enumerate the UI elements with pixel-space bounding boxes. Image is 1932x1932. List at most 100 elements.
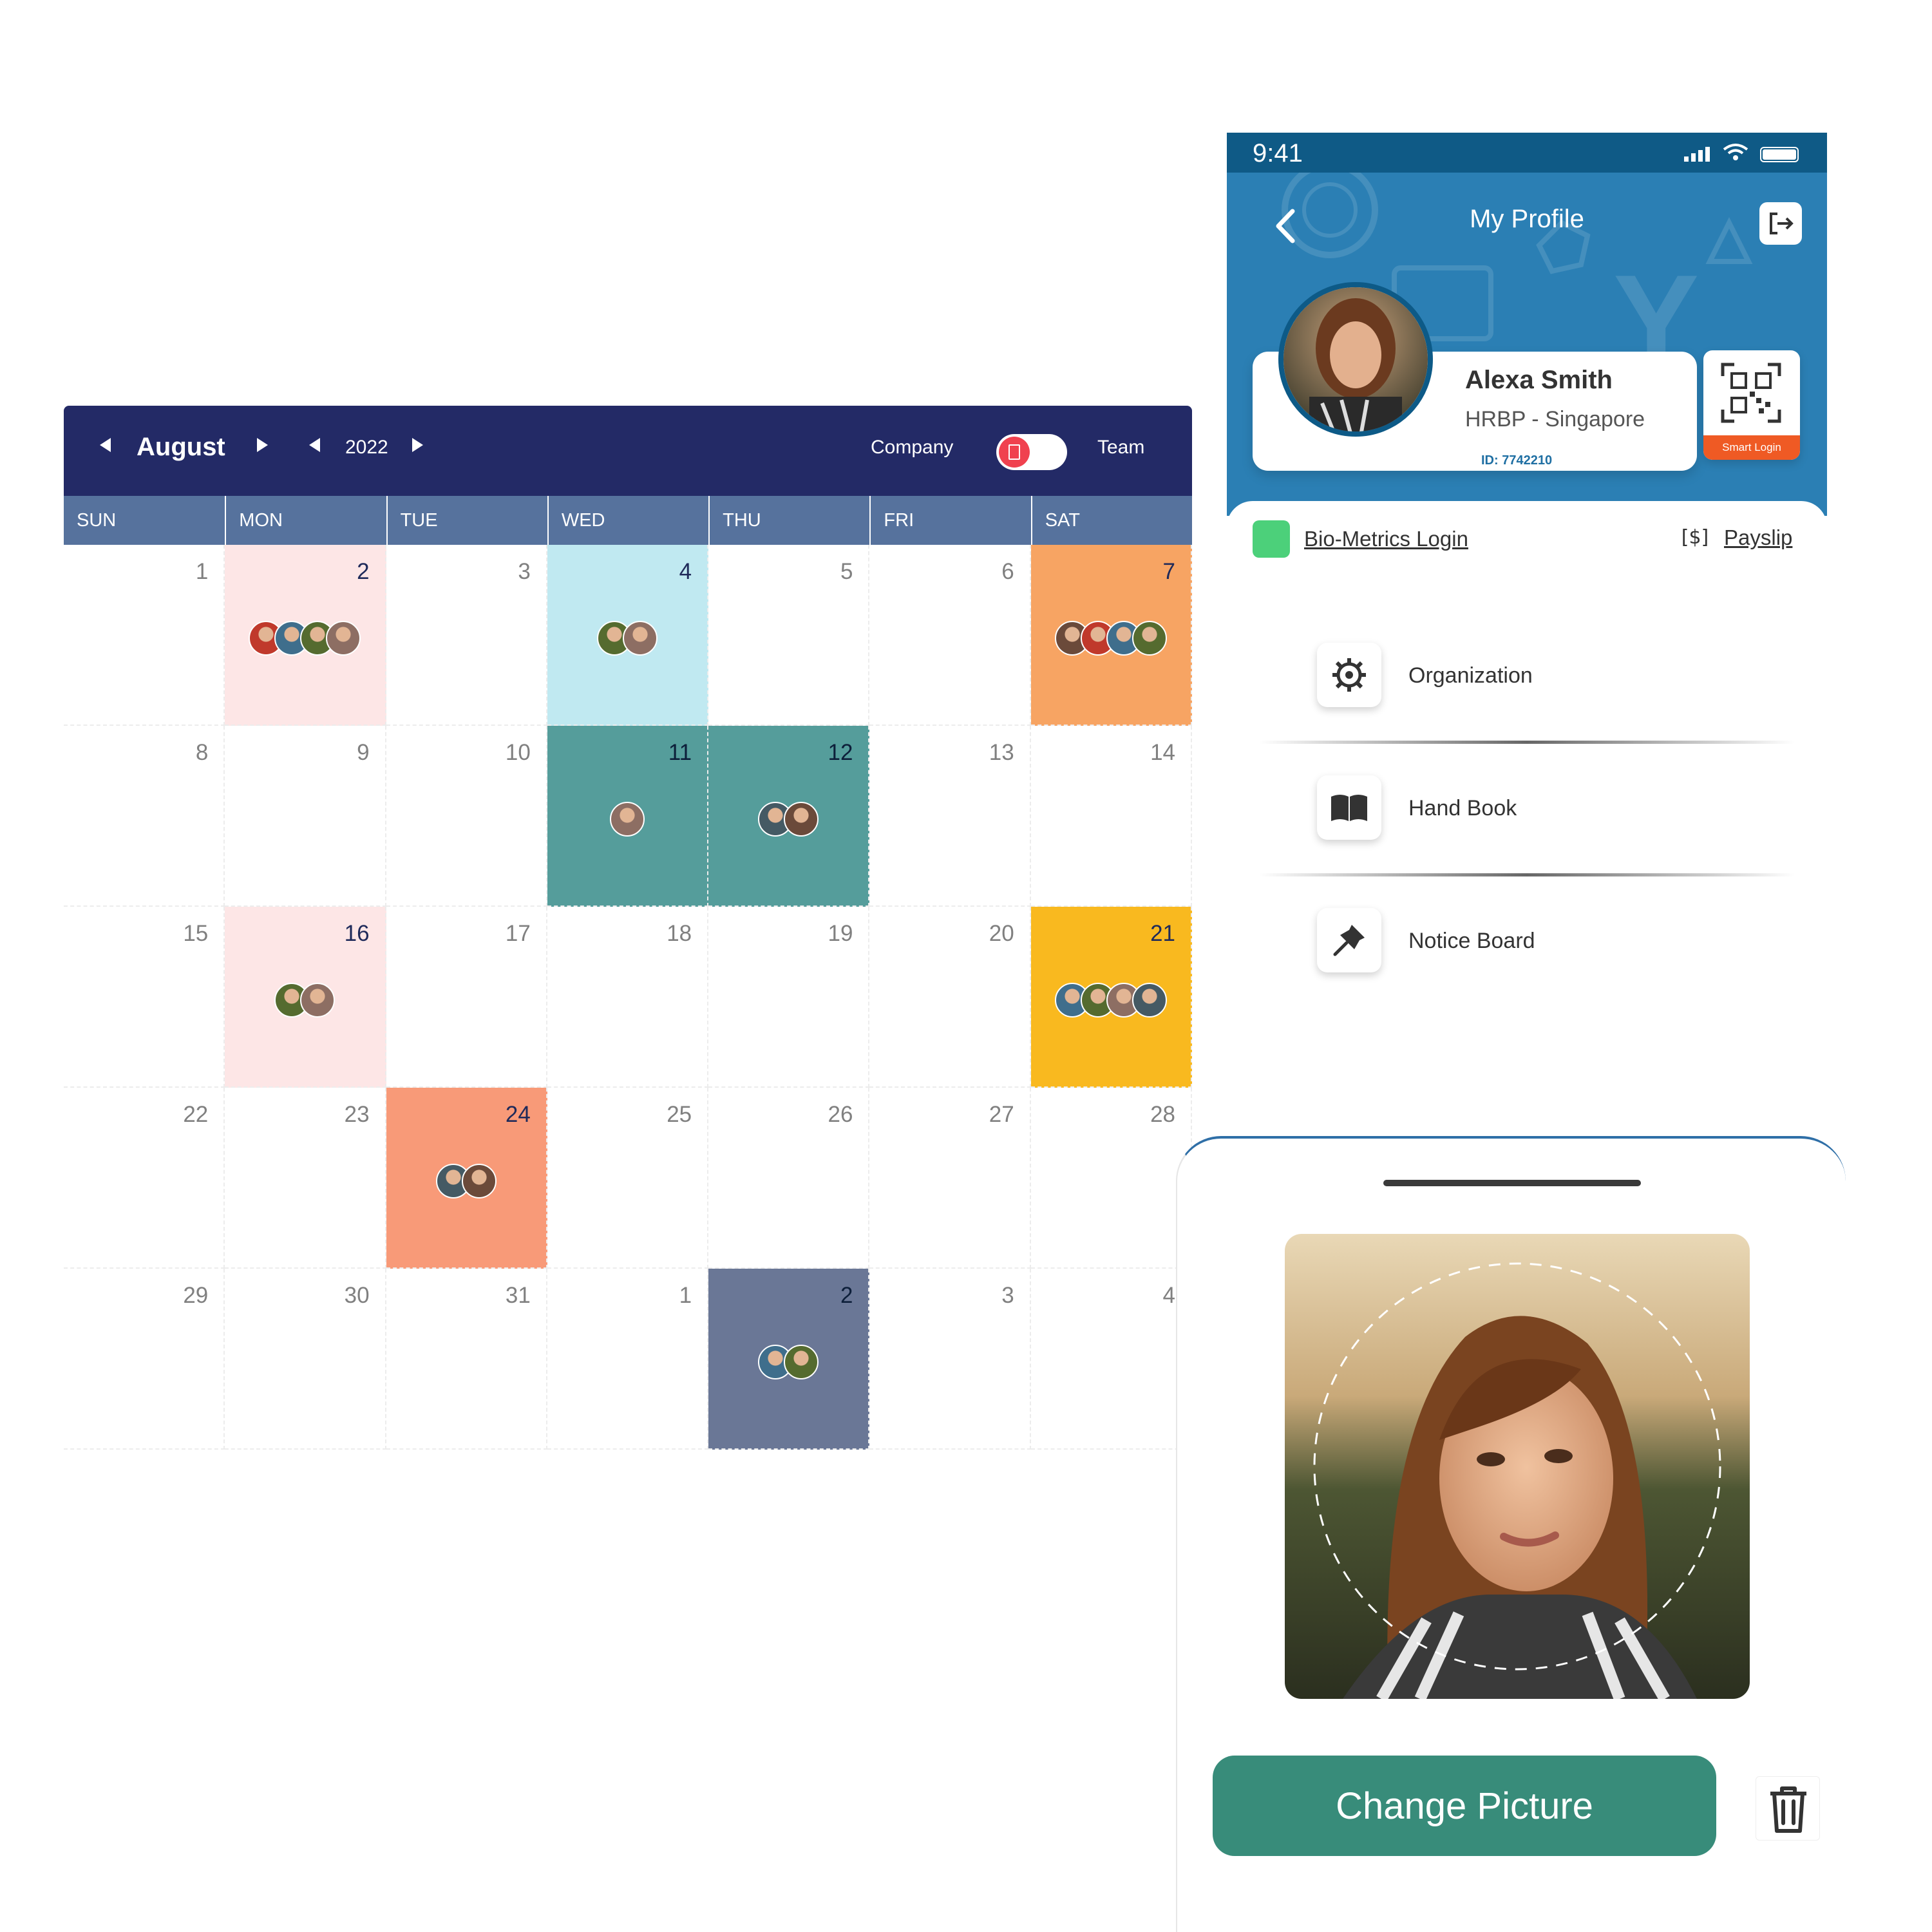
calendar-day[interactable]: 23	[225, 1088, 386, 1269]
calendar-day[interactable]: 2	[225, 545, 386, 726]
attendee-avatars[interactable]	[758, 802, 819, 837]
calendar-day[interactable]: 4	[1030, 1269, 1192, 1450]
weekday-fri: FRI	[869, 496, 1030, 545]
bio-metrics-login-link[interactable]: Bio-Metrics Login	[1253, 520, 1468, 558]
trash-icon	[1770, 1786, 1806, 1833]
logout-button[interactable]	[1759, 202, 1802, 245]
calendar-day[interactable]: 29	[64, 1269, 225, 1450]
payslip-link[interactable]: [$] Payslip	[1678, 520, 1793, 555]
prev-year-icon[interactable]	[309, 438, 320, 452]
calendar-day[interactable]: 25	[547, 1088, 709, 1269]
payslip-dollar-icon: [$]	[1681, 526, 1709, 549]
calendar-day[interactable]: 27	[869, 1088, 1031, 1269]
next-year-icon[interactable]	[412, 438, 423, 452]
next-month-icon[interactable]	[257, 438, 268, 452]
day-number: 10	[505, 740, 531, 765]
attendee-avatars[interactable]	[249, 621, 361, 656]
calendar-day[interactable]: 11	[547, 726, 709, 907]
weekday-sat: SAT	[1030, 496, 1192, 545]
menu-divider	[1259, 741, 1795, 744]
menu-item-organization[interactable]: Organization	[1227, 622, 1827, 751]
day-number: 25	[667, 1102, 692, 1127]
calendar-day[interactable]: 24	[386, 1088, 547, 1269]
day-number: 17	[505, 921, 531, 946]
day-number: 18	[667, 921, 692, 946]
calendar-day[interactable]: 28	[1030, 1088, 1192, 1269]
sheet-drag-handle[interactable]	[1383, 1180, 1641, 1186]
qr-code-icon	[1721, 363, 1781, 423]
organization-gear-icon	[1317, 643, 1381, 707]
building-icon	[999, 437, 1030, 468]
day-number: 6	[1001, 559, 1014, 584]
smart-login-button[interactable]: Smart Login	[1703, 350, 1800, 460]
calendar-day[interactable]: 26	[708, 1088, 870, 1269]
day-number: 3	[1001, 1283, 1014, 1308]
calendar-day[interactable]: 17	[386, 907, 547, 1088]
day-number: 5	[840, 559, 853, 584]
calendar-day[interactable]: 7	[1030, 545, 1192, 726]
day-number: 20	[989, 921, 1014, 946]
attendee-avatars[interactable]	[1054, 621, 1167, 656]
calendar-day[interactable]: 15	[64, 907, 225, 1088]
calendar-day[interactable]: 3	[869, 1269, 1031, 1450]
calendar-grid: 1 2 3 4 5 6 7 8 9 10 11 12 13 14 15 16 17 18 19 20 21 22 23 24 2…	[64, 545, 1192, 1450]
team-calendar: August 2022 Company Team SUN MON TUE WED THU…	[64, 406, 1192, 1450]
day-number: 1	[195, 559, 209, 584]
calendar-day[interactable]: 2	[708, 1269, 870, 1450]
prev-month-icon[interactable]	[100, 438, 111, 452]
weekday-mon: MON	[225, 496, 386, 545]
page-title: My Profile	[1470, 205, 1584, 233]
attendee-avatars[interactable]	[435, 1164, 497, 1198]
weekday-thu: THU	[708, 496, 869, 545]
day-number: 7	[1162, 559, 1175, 584]
calendar-day[interactable]: 9	[225, 726, 386, 907]
day-number: 26	[828, 1102, 853, 1127]
avatar-photo	[1283, 287, 1428, 431]
attendee-avatars[interactable]	[274, 983, 336, 1018]
day-number: 24	[505, 1102, 531, 1127]
calendar-day[interactable]: 14	[1030, 726, 1192, 907]
calendar-day[interactable]: 13	[869, 726, 1031, 907]
calendar-day[interactable]: 31	[386, 1269, 547, 1450]
calendar-day[interactable]: 12	[708, 726, 870, 907]
calendar-day[interactable]: 16	[225, 907, 386, 1088]
attendee-avatar	[784, 1345, 819, 1379]
signal-icon	[1684, 147, 1710, 162]
calendar-day[interactable]: 6	[869, 545, 1031, 726]
menu-label-hand-book: Hand Book	[1408, 796, 1517, 820]
calendar-day[interactable]: 30	[225, 1269, 386, 1450]
menu-item-notice-board[interactable]: Notice Board	[1227, 887, 1827, 1002]
attendee-avatars[interactable]	[758, 1345, 819, 1379]
day-number: 23	[344, 1102, 370, 1127]
calendar-day[interactable]: 21	[1030, 907, 1192, 1088]
calendar-day[interactable]: 10	[386, 726, 547, 907]
calendar-day[interactable]: 19	[708, 907, 870, 1088]
calendar-day[interactable]: 3	[386, 545, 547, 726]
profile-role: HRBP - Singapore	[1465, 407, 1645, 431]
calendar-day[interactable]: 1	[547, 1269, 709, 1450]
attendee-avatars[interactable]	[1054, 983, 1167, 1018]
company-team-toggle[interactable]	[996, 434, 1067, 470]
weekday-tue: TUE	[386, 496, 547, 545]
avatar[interactable]	[1278, 282, 1433, 437]
calendar-day[interactable]: 4	[547, 545, 709, 726]
menu-item-hand-book[interactable]: Hand Book	[1227, 755, 1827, 884]
attendee-avatars[interactable]	[609, 802, 645, 837]
day-number: 9	[357, 740, 370, 765]
attendee-avatars[interactable]	[596, 621, 658, 656]
calendar-day[interactable]: 8	[64, 726, 225, 907]
attendee-avatar	[784, 802, 819, 837]
change-picture-button[interactable]: Change Picture	[1213, 1756, 1716, 1856]
wifi-icon	[1723, 144, 1748, 160]
attendee-avatar	[1132, 983, 1167, 1018]
weekday-header-row: SUN MON TUE WED THU FRI SAT	[64, 496, 1192, 545]
day-number: 27	[989, 1102, 1014, 1127]
calendar-day[interactable]: 20	[869, 907, 1031, 1088]
calendar-header: August 2022 Company Team	[64, 406, 1192, 496]
calendar-day[interactable]: 1	[64, 545, 225, 726]
delete-picture-button[interactable]	[1756, 1776, 1820, 1841]
calendar-day[interactable]: 5	[708, 545, 870, 726]
profile-photo-preview[interactable]	[1285, 1234, 1750, 1699]
calendar-day[interactable]: 18	[547, 907, 709, 1088]
calendar-day[interactable]: 22	[64, 1088, 225, 1269]
